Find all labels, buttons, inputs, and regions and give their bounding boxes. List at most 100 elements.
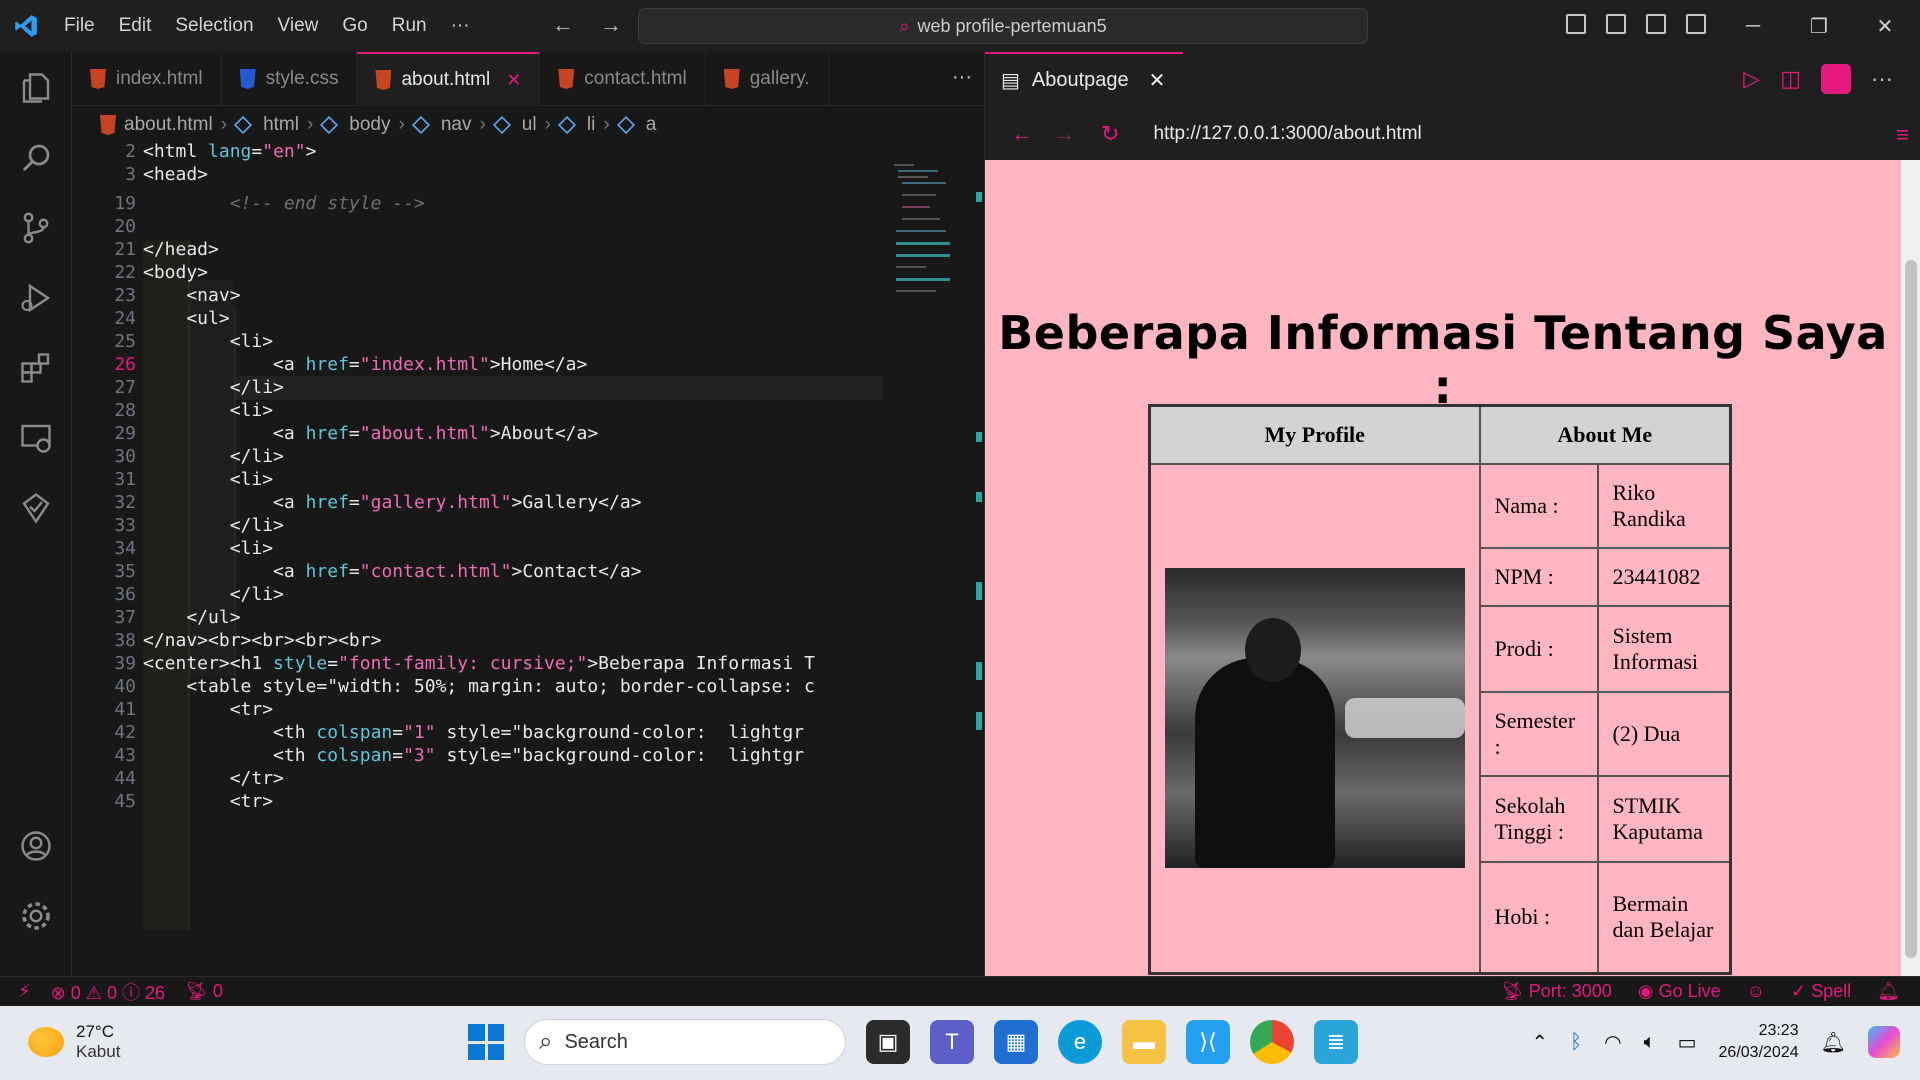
minimize-icon[interactable]: ─ xyxy=(1720,15,1786,38)
toggle-secondary-sidebar-icon[interactable] xyxy=(1646,14,1666,34)
start-button[interactable] xyxy=(468,1024,504,1060)
toggle-primary-sidebar-icon[interactable] xyxy=(1566,14,1586,34)
tab-about-html[interactable]: about.html ✕ xyxy=(357,52,541,106)
clock[interactable]: 23:23 26/03/2024 xyxy=(1719,1020,1799,1064)
breadcrumb-item[interactable]: a xyxy=(646,114,657,136)
remote-explorer-icon[interactable] xyxy=(18,420,54,456)
menu-more[interactable]: ··· xyxy=(439,0,482,52)
editor-scrollbar[interactable] xyxy=(976,192,982,752)
notification-bell-icon[interactable]: 🔔︎ xyxy=(1821,1030,1846,1055)
code-line[interactable]: 30 </li> xyxy=(72,445,892,468)
teams-icon[interactable]: T xyxy=(930,1020,974,1064)
code-line[interactable]: 19 <!-- end style --> xyxy=(72,192,892,215)
battery-icon[interactable]: ▭ xyxy=(1678,1030,1697,1055)
code-line[interactable]: 41 <tr> xyxy=(72,698,892,721)
notepad-icon[interactable]: ≣ xyxy=(1314,1020,1358,1064)
code-line[interactable]: 22 <body> xyxy=(72,261,892,284)
settings-gear-icon[interactable] xyxy=(18,898,54,934)
split-editor-icon[interactable]: ◫ xyxy=(1780,66,1801,92)
url-input[interactable]: http://127.0.0.1:3000/about.html xyxy=(1153,123,1421,145)
forward-arrow-icon[interactable]: → xyxy=(1053,121,1075,147)
close-icon[interactable]: ✕ xyxy=(1852,14,1918,39)
vscode-taskbar-icon[interactable]: ⟩⟨ xyxy=(1186,1020,1230,1064)
toggle-panel-icon[interactable] xyxy=(1606,14,1626,34)
wifi-icon[interactable]: ◠ xyxy=(1604,1030,1621,1055)
lock-group-icon[interactable]: 🔒︎ xyxy=(1821,64,1852,94)
breadcrumb-item[interactable]: ul xyxy=(522,114,537,136)
copilot-taskbar-icon[interactable] xyxy=(1868,1026,1900,1058)
run-debug-icon[interactable] xyxy=(18,280,54,316)
code-line[interactable]: 20 xyxy=(72,215,892,238)
problems-indicator[interactable]: ⊗ 0 ⚠ 0 ⓘ 26 xyxy=(51,979,165,1005)
code-line[interactable]: 28 <li> xyxy=(72,399,892,422)
customize-layout-icon[interactable] xyxy=(1686,14,1706,34)
code-line[interactable]: 27 </li> xyxy=(72,376,892,399)
edge-icon[interactable]: e xyxy=(1058,1020,1102,1064)
menu-edit[interactable]: Edit xyxy=(107,0,164,52)
code-line[interactable]: 44 </tr> xyxy=(72,767,892,790)
spell-check-status[interactable]: ✓ Spell xyxy=(1791,981,1851,1002)
code-line[interactable]: 2 <html lang="en"> xyxy=(72,140,892,163)
task-view-icon[interactable]: ▣ xyxy=(866,1020,910,1064)
code-line[interactable]: 39 <center><h1 style="font-family: cursiv… xyxy=(72,652,892,675)
run-icon[interactable]: ▷ xyxy=(1743,66,1760,92)
menu-selection[interactable]: Selection xyxy=(163,0,265,52)
menu-icon[interactable]: ≡ xyxy=(1896,122,1909,148)
command-center-search[interactable]: ⌕ web profile-pertemuan5 xyxy=(638,8,1368,44)
more-actions-icon[interactable]: ··· xyxy=(952,66,972,89)
show-hidden-icons-icon[interactable]: ⌃ xyxy=(1531,1030,1548,1055)
ports-indicator[interactable]: 📡︎ 0 xyxy=(185,981,223,1002)
back-arrow-icon[interactable]: ← xyxy=(1011,121,1033,147)
taskbar-search[interactable]: ⌕ Search xyxy=(524,1019,846,1065)
menu-file[interactable]: File xyxy=(52,0,107,52)
copilot-icon[interactable]: ☺ xyxy=(1747,981,1765,1002)
back-arrow-icon[interactable]: ← xyxy=(552,12,574,38)
explorer-icon[interactable] xyxy=(18,70,54,106)
bluetooth-icon[interactable]: ᛒ xyxy=(1570,1031,1582,1054)
volume-muted-icon[interactable]: 🔈︎ xyxy=(1644,1031,1656,1054)
accounts-icon[interactable] xyxy=(18,828,54,864)
extensions-icon[interactable] xyxy=(18,350,54,386)
testing-icon[interactable] xyxy=(18,490,54,526)
code-line[interactable]: 23 <nav> xyxy=(72,284,892,307)
code-editor[interactable]: 2 <html lang="en"> 3 <head> 19 <!-- end styl… xyxy=(72,140,892,976)
breadcrumb-item[interactable]: html xyxy=(263,114,299,136)
code-line[interactable]: 42 <th colspan="1" style="background-col… xyxy=(72,721,892,744)
tab-contact-html[interactable]: contact.html xyxy=(540,52,706,106)
code-line[interactable]: 3 <head> xyxy=(72,163,892,186)
tab-aboutpage[interactable]: ▤ Aboutpage ✕ xyxy=(985,52,1184,106)
menu-run[interactable]: Run xyxy=(380,0,439,52)
code-line[interactable]: 29 <a href="about.html">About</a> xyxy=(72,422,892,445)
weather-widget[interactable]: 27°C Kabut xyxy=(28,1022,120,1062)
source-control-icon[interactable] xyxy=(18,210,54,246)
tab-gallery-html[interactable]: gallery. xyxy=(706,52,829,106)
code-line[interactable]: 24 <ul> xyxy=(72,307,892,330)
more-actions-icon[interactable]: ··· xyxy=(1871,66,1893,92)
page-scrollbar[interactable] xyxy=(1901,160,1920,976)
menu-view[interactable]: View xyxy=(266,0,331,52)
breadcrumb-item[interactable]: li xyxy=(587,114,595,136)
tab-index-html[interactable]: index.html xyxy=(72,52,222,106)
restore-icon[interactable]: ❐ xyxy=(1786,14,1852,39)
code-line[interactable]: 35 <a href="contact.html">Contact</a> xyxy=(72,560,892,583)
forward-arrow-icon[interactable]: → xyxy=(600,12,622,38)
menu-go[interactable]: Go xyxy=(330,0,379,52)
microsoft-store-icon[interactable]: ▦ xyxy=(994,1020,1038,1064)
notifications-bell-icon[interactable]: 🔔︎ xyxy=(1877,981,1900,1002)
code-line[interactable]: 25 <li> xyxy=(72,330,892,353)
breadcrumb-item[interactable]: body xyxy=(349,114,390,136)
code-line[interactable]: 26 <a href="index.html">Home</a> xyxy=(72,353,892,376)
go-live-button[interactable]: ◉ Go Live xyxy=(1638,981,1721,1002)
tab-style-css[interactable]: style.css xyxy=(222,52,358,106)
code-line[interactable]: 38 </nav><br><br><br><br> xyxy=(72,629,892,652)
code-line[interactable]: 43 <th colspan="3" style="background-col… xyxy=(72,744,892,767)
code-line[interactable]: 21 </head> xyxy=(72,238,892,261)
breadcrumb-item[interactable]: nav xyxy=(441,114,472,136)
code-line[interactable]: 34 <li> xyxy=(72,537,892,560)
port-status[interactable]: 📡︎ Port: 3000 xyxy=(1501,981,1612,1002)
chrome-icon[interactable] xyxy=(1250,1020,1294,1064)
minimap[interactable] xyxy=(892,160,952,300)
code-line[interactable]: 36 </li> xyxy=(72,583,892,606)
close-tab-icon[interactable]: ✕ xyxy=(506,70,521,91)
code-line[interactable]: 40 <table style="width: 50%; margin: aut… xyxy=(72,675,892,698)
